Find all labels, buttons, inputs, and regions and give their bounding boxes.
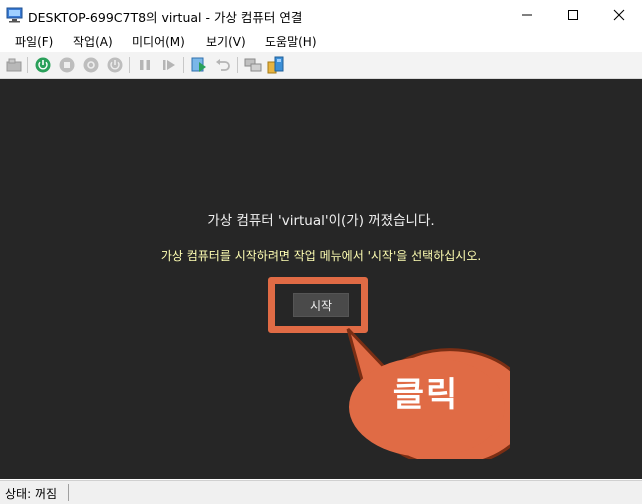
- status-divider: [68, 484, 69, 501]
- start-icon[interactable]: [34, 56, 52, 74]
- menu-help[interactable]: 도움말(H): [265, 33, 317, 50]
- vm-start-hint: 가상 컴퓨터를 시작하려면 작업 메뉴에서 '시작'을 선택하십시오.: [160, 249, 482, 263]
- close-button[interactable]: [596, 0, 642, 30]
- menu-file[interactable]: 파일(F): [15, 33, 53, 50]
- toolbar: [0, 52, 642, 79]
- revert-icon[interactable]: [214, 56, 232, 74]
- enhanced-session-icon[interactable]: [244, 56, 262, 74]
- minimize-icon: [522, 14, 532, 16]
- checkpoint-icon[interactable]: [190, 56, 208, 74]
- window-title: DESKTOP-699C7T8의 virtual - 가상 컴퓨터 연결: [28, 10, 303, 25]
- pause-icon[interactable]: [136, 56, 154, 74]
- turn-off-icon[interactable]: [58, 56, 76, 74]
- shut-down-icon[interactable]: [82, 56, 100, 74]
- vm-off-message: 가상 컴퓨터 'virtual'이(가) 꺼졌습니다.: [207, 213, 435, 229]
- vm-display: 가상 컴퓨터 'virtual'이(가) 꺼졌습니다. 가상 컴퓨터를 시작하려…: [0, 79, 642, 479]
- resume-icon[interactable]: [160, 56, 178, 74]
- menu-media[interactable]: 미디어(M): [132, 33, 185, 50]
- share-icon[interactable]: [266, 56, 284, 74]
- maximize-icon: [568, 10, 578, 20]
- ctrl-alt-del-icon[interactable]: [5, 56, 23, 74]
- status-bar: 상태: 꺼짐: [0, 480, 642, 504]
- menu-view[interactable]: 보기(V): [206, 33, 246, 50]
- title-bar: DESKTOP-699C7T8의 virtual - 가상 컴퓨터 연결: [0, 0, 642, 30]
- close-icon: [613, 9, 625, 21]
- menu-bar: 파일(F) 작업(A) 미디어(M) 보기(V) 도움말(H): [0, 30, 642, 52]
- maximize-button[interactable]: [550, 0, 596, 30]
- click-callout-text: 클릭: [392, 375, 460, 415]
- save-state-icon[interactable]: [106, 56, 124, 74]
- status-text: 상태: 꺼짐: [5, 487, 58, 501]
- menu-action[interactable]: 작업(A): [73, 33, 113, 50]
- vm-connect-icon: [6, 7, 23, 23]
- minimize-button[interactable]: [504, 0, 550, 30]
